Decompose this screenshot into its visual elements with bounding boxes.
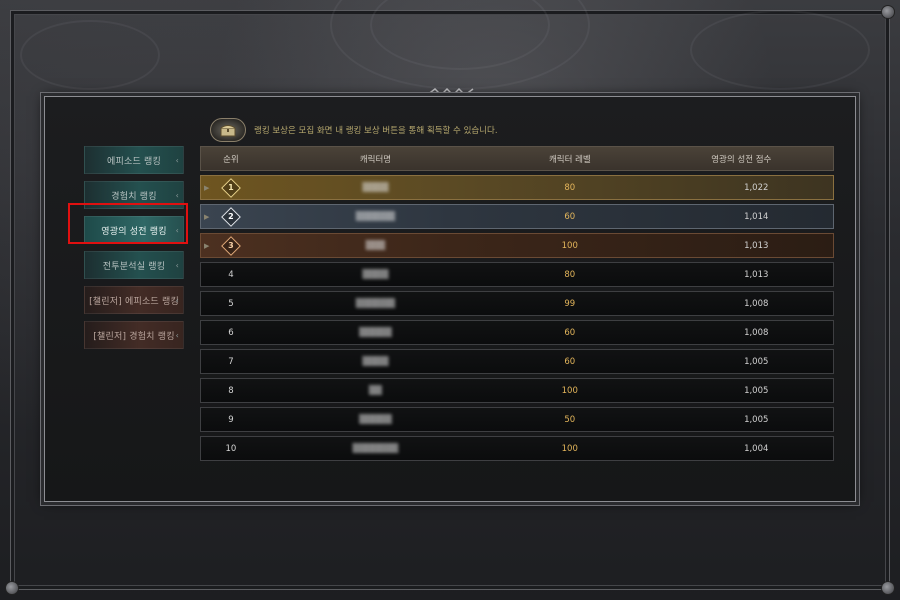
character-level-cell: 50 [564,414,576,425]
rank-number: 3 [228,241,234,250]
character-name-cell: ▒▒▒ [365,240,386,251]
rank-cell: 8 [228,385,234,396]
ranking-category-sidebar: 에피소드 랭킹 ‹ 경험치 랭킹 ‹ 영광의 성전 랭킹 ‹ 전투분석실 랭킹 ‹ [챌린저] … [84,146,184,356]
character-level-cell: 60 [564,356,576,367]
table-row[interactable]: 9 ▒▒▒▒▒ 50 1,005 [200,407,834,432]
header-rank: 순위 [223,154,239,165]
sidebar-item-0[interactable]: 에피소드 랭킹 ‹ [84,146,184,174]
ranking-table: 순위 캐릭터명 캐릭터 레벨 영광의 성전 점수 ▶ 1 ▒▒▒▒ 80 1,022 ▶ 2… [200,146,834,461]
glory-score-cell: 1,014 [744,211,769,222]
table-row[interactable]: ▶ 1 ▒▒▒▒ 80 1,022 [200,175,834,200]
glory-score-cell: 1,008 [744,298,769,309]
glory-score-cell: 1,013 [744,240,769,251]
header-character-level: 캐릭터 레벨 [548,154,591,165]
corner-rivet-icon [6,582,18,594]
rank-cell: 3 [201,235,261,256]
table-row[interactable]: ▶ 3 ▒▒▒ 100 1,013 [200,233,834,258]
selected-tab-highlight-box [68,203,188,244]
table-row[interactable]: 8 ▒▒ 100 1,005 [200,378,834,403]
sidebar-item-label: 전투분석실 랭킹 [102,261,166,272]
ranking-info-bar: 랭킹 보상은 모집 화면 내 랭킹 보상 버튼을 통해 획득할 수 있습니다. [210,118,498,142]
chevron-left-icon: ‹ [175,261,179,270]
character-name-cell: ▒▒▒▒▒ [359,327,392,338]
sidebar-item-label: [챌린저] 경험치 랭킹 [93,331,175,342]
header-glory-score: 영광의 성전 점수 [711,154,772,165]
character-name-cell: ▒▒▒▒▒▒ [355,211,396,222]
character-name-cell: ▒▒▒▒ [362,356,389,367]
bronze-medal-icon: 3 [220,235,241,256]
corner-rivet-icon [882,6,894,18]
table-row[interactable]: 7 ▒▒▒▒ 60 1,005 [200,349,834,374]
ranking-reward-info-text: 랭킹 보상은 모집 화면 내 랭킹 보상 버튼을 통해 획득할 수 있습니다. [254,126,498,136]
silver-medal-icon: 2 [220,206,241,227]
sidebar-item-4[interactable]: [챌린저] 에피소드 랭킹 ‹ [84,286,184,314]
ranking-rows: ▶ 1 ▒▒▒▒ 80 1,022 ▶ 2 ▒▒▒▒▒▒ 60 1,014 ▶ 3 ▒▒▒ 100 1,01… [200,175,834,461]
table-row[interactable]: 4 ▒▒▒▒ 80 1,013 [200,262,834,287]
gold-medal-icon: 1 [220,177,241,198]
rank-cell: 5 [228,298,234,309]
ranking-table-header: 순위 캐릭터명 캐릭터 레벨 영광의 성전 점수 [200,146,834,171]
character-level-cell: 100 [561,443,578,454]
sidebar-item-3[interactable]: 전투분석실 랭킹 ‹ [84,251,184,279]
character-name-cell: ▒▒▒▒▒▒ [355,298,396,309]
treasure-chest-icon [210,118,246,142]
table-row[interactable]: 10 ▒▒▒▒▒▒▒ 100 1,004 [200,436,834,461]
decorative-swirl [690,10,870,90]
table-row[interactable]: 5 ▒▒▒▒▒▒ 99 1,008 [200,291,834,316]
character-name-cell: ▒▒▒▒▒▒▒ [352,443,399,454]
glory-score-cell: 1,013 [744,269,769,280]
glory-score-cell: 1,005 [744,356,769,367]
sidebar-item-label: [챌린저] 에피소드 랭킹 [89,296,179,307]
decorative-swirl [20,20,160,90]
header-character-name: 캐릭터명 [359,154,392,165]
character-level-cell: 80 [564,182,576,193]
glory-score-cell: 1,022 [744,182,769,193]
glory-score-cell: 1,005 [744,385,769,396]
rank-number: 2 [228,212,234,221]
rank-cell: 7 [228,356,234,367]
character-level-cell: 60 [564,327,576,338]
character-level-cell: 80 [564,269,576,280]
rank-cell: 1 [201,177,261,198]
sidebar-item-label: 에피소드 랭킹 [107,156,161,167]
chevron-left-icon: ‹ [175,331,179,340]
character-name-cell: ▒▒▒▒ [362,269,389,280]
character-name-cell: ▒▒ [368,385,382,396]
rank-cell: 6 [228,327,234,338]
triangle-right-icon: ▶ [204,184,210,192]
table-row[interactable]: 6 ▒▒▒▒▒ 60 1,008 [200,320,834,345]
character-level-cell: 60 [564,211,576,222]
corner-rivet-icon [882,582,894,594]
sidebar-item-label: 경험치 랭킹 [111,191,157,202]
chevron-left-icon: ‹ [175,296,179,305]
character-name-cell: ▒▒▒▒ [362,182,389,193]
rank-cell: 10 [225,443,237,454]
rank-cell: 4 [228,269,234,280]
triangle-right-icon: ▶ [204,242,210,250]
chevron-left-icon: ‹ [175,191,179,200]
character-level-cell: 99 [564,298,576,309]
character-level-cell: 100 [561,240,578,251]
character-name-cell: ▒▒▒▒▒ [359,414,392,425]
chevron-left-icon: ‹ [175,156,179,165]
rank-cell: 9 [228,414,234,425]
table-row[interactable]: ▶ 2 ▒▒▒▒▒▒ 60 1,014 [200,204,834,229]
rank-number: 1 [228,183,234,192]
sidebar-item-5[interactable]: [챌린저] 경험치 랭킹 ‹ [84,321,184,349]
glory-score-cell: 1,008 [744,327,769,338]
rank-cell: 2 [201,206,261,227]
triangle-right-icon: ▶ [204,213,210,221]
glory-score-cell: 1,004 [744,443,769,454]
glory-score-cell: 1,005 [744,414,769,425]
character-level-cell: 100 [561,385,578,396]
